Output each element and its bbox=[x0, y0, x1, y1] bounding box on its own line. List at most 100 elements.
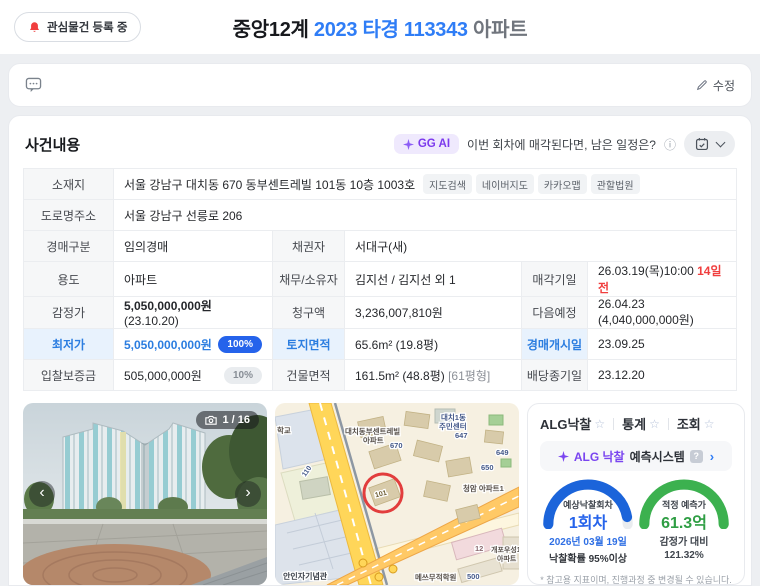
tag-court[interactable]: 관할법원 bbox=[590, 174, 640, 194]
sale-date-label: 매각기일 bbox=[521, 261, 588, 297]
creditor-label: 채권자 bbox=[272, 230, 345, 262]
gauge-row: 예상낙찰회차 1회차 2026년 03월 19일 낙찰확률 95%이상 적정 예… bbox=[540, 477, 732, 565]
title-property-type: 아파트 bbox=[473, 18, 528, 41]
deposit-amount: 505,000,000원 bbox=[124, 368, 202, 383]
camera-icon bbox=[205, 415, 218, 425]
map-label: 안인자기념관 bbox=[283, 571, 328, 581]
title-court: 중앙12계 bbox=[232, 18, 309, 41]
apartment-photo bbox=[23, 403, 267, 585]
gg-ai-label: GG AI bbox=[417, 138, 451, 150]
map-label: 개포우성1 bbox=[491, 545, 519, 554]
alg-brand-text: ALG 낙찰 bbox=[573, 449, 625, 464]
alg-system-link[interactable]: ALG 낙찰 예측시스템 ? › bbox=[540, 441, 732, 471]
gauge-value: 1회차 bbox=[568, 515, 608, 532]
page-body: 수정 사건내용 GG AI 이번 회차에 매각된다면, 남은 일정은? ⓘ 소재… bbox=[0, 54, 760, 586]
divider bbox=[667, 417, 669, 430]
usage-value: 아파트 bbox=[113, 261, 273, 297]
divider bbox=[613, 417, 615, 430]
next-schedule-value: 26.04.23 (4,040,000,000원) bbox=[587, 296, 737, 329]
map-label: 아파트 bbox=[363, 435, 384, 445]
favorite-badge-label: 관심물건 등록 중 bbox=[47, 22, 128, 34]
map-label: 12 bbox=[475, 544, 483, 553]
map-image: 대치동부센트레빌 아파트 670 대치1동 주민센터 647 649 650 청… bbox=[275, 403, 519, 585]
favorite-watch-badge[interactable]: 관심물건 등록 중 bbox=[14, 12, 142, 42]
location-map-panel[interactable]: 대치동부센트레빌 아파트 670 대치1동 주민센터 647 649 650 청… bbox=[275, 403, 519, 585]
map-label: 647 bbox=[455, 431, 468, 440]
win-probability: 낙찰확률 95%이상 bbox=[549, 554, 627, 565]
building-area-label: 건물면적 bbox=[272, 359, 345, 391]
pencil-icon bbox=[696, 80, 707, 91]
title-case-number: 2023 타경 113343 bbox=[313, 18, 468, 41]
land-area-value: 65.6m² (19.8평) bbox=[344, 328, 522, 360]
map-label: 아파트 bbox=[497, 554, 517, 563]
map-label: 670 bbox=[390, 441, 403, 450]
tab-alg-bid[interactable]: ALG낙찰 ☆ bbox=[540, 414, 605, 433]
alg-tabs: ALG낙찰 ☆ 통계 ☆ 조회 ☆ bbox=[540, 414, 732, 433]
star-icon[interactable]: ☆ bbox=[649, 417, 660, 431]
table-row: 소재지 서울 강남구 대치동 670 동부센트레빌 101동 10층 1003호… bbox=[23, 168, 737, 200]
photo-counter-text: 1 / 16 bbox=[222, 414, 250, 426]
map-label: 청암 아파트1 bbox=[463, 483, 504, 493]
star-icon[interactable]: ☆ bbox=[704, 417, 715, 431]
vs-appraisal-label: 감정가 대비 bbox=[659, 537, 709, 548]
comment-icon[interactable] bbox=[25, 77, 42, 93]
building-area-note: [61평형] bbox=[448, 368, 491, 383]
case-info-table: 소재지 서울 강남구 대치동 670 동부센트레빌 101동 10층 1003호… bbox=[23, 168, 737, 391]
map-label: 650 bbox=[481, 463, 494, 472]
round-prediction-gauge: 예상낙찰회차 1회차 2026년 03월 19일 낙찰확률 95%이상 bbox=[540, 477, 636, 565]
photo-next-button[interactable]: › bbox=[235, 481, 261, 507]
calendar-check-icon bbox=[695, 138, 709, 151]
schedule-dropdown[interactable] bbox=[684, 131, 735, 157]
section-header: 사건내용 GG AI 이번 회차에 매각된다면, 남은 일정은? ⓘ bbox=[25, 131, 735, 157]
sale-date-value: 26.03.19(목)10:00 bbox=[598, 264, 694, 278]
ai-question-text: 이번 회차에 매각된다면, 남은 일정은? bbox=[467, 137, 656, 152]
debtor-value: 김지선 / 김지선 외 1 bbox=[344, 261, 522, 297]
map-label: 대치동부센트레빌 bbox=[345, 426, 400, 436]
map-label: 메쓰무적학원 bbox=[415, 572, 456, 582]
tag-naver-map[interactable]: 네이버지도 bbox=[475, 174, 534, 194]
property-photo-panel[interactable]: 1 / 16 ‹ › bbox=[23, 403, 267, 585]
tab-label: 통계 bbox=[622, 417, 647, 432]
sparkle-icon bbox=[557, 450, 569, 462]
tag-kakao-map[interactable]: 카카오맵 bbox=[537, 174, 587, 194]
building-area-value: 161.5m² (48.8평) bbox=[355, 368, 445, 383]
table-row: 경매구분 임의경매 채권자 서대구(새) bbox=[23, 230, 737, 262]
case-detail-card: 사건내용 GG AI 이번 회차에 매각된다면, 남은 일정은? ⓘ 소재지 서… bbox=[8, 115, 752, 586]
low-price-label: 최저가 bbox=[23, 328, 114, 360]
help-icon[interactable]: ? bbox=[689, 449, 703, 463]
deposit-label: 입찰보증금 bbox=[23, 359, 114, 391]
map-label: 500 bbox=[467, 572, 480, 581]
land-area-label: 토지면적 bbox=[272, 328, 345, 360]
creditor-value: 서대구(새) bbox=[344, 230, 737, 262]
claim-label: 청구액 bbox=[272, 296, 345, 329]
tab-stats[interactable]: 통계 ☆ bbox=[622, 414, 660, 433]
gg-ai-badge[interactable]: GG AI bbox=[393, 134, 460, 154]
star-icon[interactable]: ☆ bbox=[594, 417, 605, 431]
alg-system-text: 예측시스템 bbox=[629, 449, 685, 464]
memo-toolbar: 수정 bbox=[8, 63, 752, 107]
arrow-right-icon: › bbox=[709, 448, 715, 464]
app-header: 관심물건 등록 중 중앙12계 2023 타경 113343 아파트 bbox=[0, 0, 760, 54]
tag-map-search[interactable]: 지도검색 bbox=[423, 174, 472, 194]
map-label: 대치1동 bbox=[441, 412, 466, 422]
deposit-ratio-badge: 10% bbox=[223, 366, 262, 384]
photo-prev-button[interactable]: ‹ bbox=[29, 481, 55, 507]
road-address-value: 서울 강남구 선릉로 206 bbox=[113, 199, 737, 231]
table-row: 최저가 5,050,000,000원 100% 토지면적 65.6m² (19.… bbox=[23, 328, 737, 360]
debtor-label: 채무/소유자 bbox=[272, 261, 345, 297]
road-address-label: 도로명주소 bbox=[23, 199, 114, 231]
edit-memo-button[interactable]: 수정 bbox=[696, 77, 735, 94]
info-icon[interactable]: ⓘ bbox=[664, 136, 676, 153]
bottom-panels: 1 / 16 ‹ › 대치동부센트레빌 아파트 670 대치1동 주민센터 64… bbox=[23, 403, 745, 585]
price-prediction-gauge: 적정 예측가 61.3억 감정가 대비 121.32% bbox=[636, 477, 732, 565]
table-row: 도로명주소 서울 강남구 선릉로 206 bbox=[23, 199, 737, 231]
table-row: 입찰보증금 505,000,000원 10% 건물면적 161.5m² (48.… bbox=[23, 359, 737, 391]
tab-label: 조회 bbox=[676, 417, 701, 432]
vs-appraisal-percent: 121.32% bbox=[664, 550, 704, 561]
table-row: 용도 아파트 채무/소유자 김지선 / 김지선 외 1 매각기일 26.03.1… bbox=[23, 261, 737, 297]
tab-label: ALG낙찰 bbox=[540, 417, 592, 432]
sparkle-icon bbox=[402, 138, 414, 150]
tab-views[interactable]: 조회 ☆ bbox=[677, 414, 715, 433]
edit-label: 수정 bbox=[712, 78, 735, 93]
low-price-amount: 5,050,000,000원 bbox=[124, 337, 212, 352]
